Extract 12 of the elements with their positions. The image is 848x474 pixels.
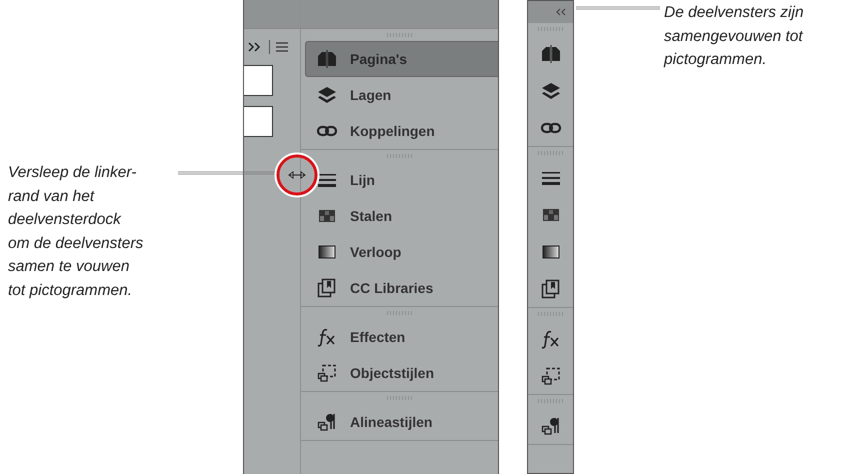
annotation-text: Versleep de linker- rand van het deelvensterdock om de deelvensters samen te vouwen tot pictogrammen. — [8, 163, 144, 300]
panel-tab[interactable]: Effecten — [305, 319, 498, 355]
panel-tab[interactable]: Verloop — [305, 234, 498, 270]
panel-tab[interactable]: Alineastijlen — [305, 404, 498, 440]
panel-tab[interactable]: Objectstijlen — [305, 355, 498, 391]
panel-tab[interactable]: Lijn — [305, 162, 498, 198]
panel-tab[interactable]: Lagen — [305, 77, 498, 113]
annotation-text: De deelvensters zijn samengevouwen tot pictogrammen. — [664, 3, 804, 70]
panel-tab[interactable]: Koppelingen — [305, 113, 498, 149]
panel-tab[interactable]: CC Libraries — [305, 270, 498, 306]
panel-tab[interactable]: Stalen — [305, 198, 498, 234]
panel-tab[interactable]: Pagina's — [305, 41, 498, 77]
